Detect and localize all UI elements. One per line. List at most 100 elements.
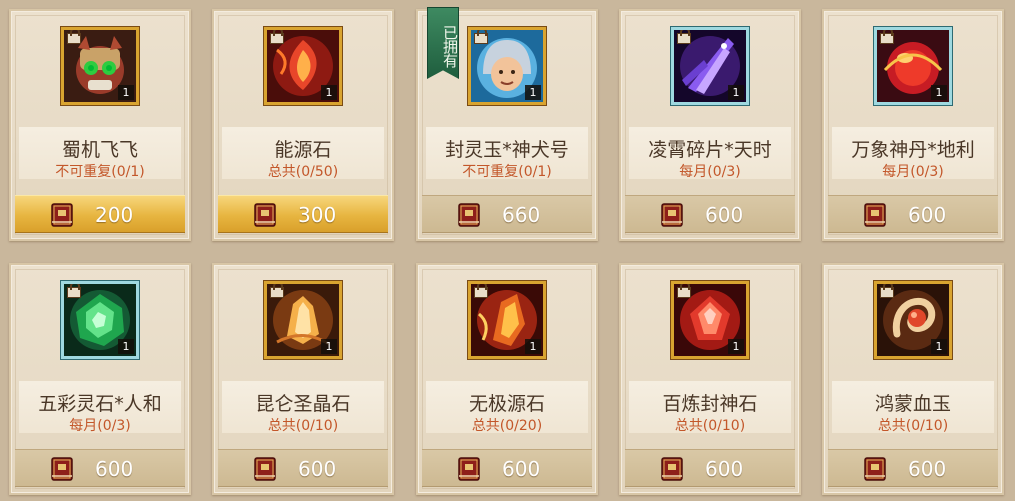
shop-item-card[interactable]: 1 封灵玉*神犬号不可重复(0/1) 660 已拥有: [416, 7, 598, 241]
lock-icon: [67, 284, 81, 298]
lock-icon: [67, 30, 81, 44]
red-book-currency-icon: [659, 456, 685, 482]
shop-item-card[interactable]: 1 凌霄碎片*天时每月(0/3) 600: [619, 9, 801, 241]
red-book-currency-icon: [659, 202, 685, 228]
buy-button[interactable]: 600: [218, 449, 388, 487]
item-info-band: 万象神丹*地利每月(0/3): [832, 127, 994, 180]
item-info-band: 凌霄碎片*天时每月(0/3): [629, 127, 791, 180]
item-quantity: 1: [118, 339, 134, 354]
item-name: 五彩灵石*人和: [38, 393, 162, 415]
lock-icon: [880, 30, 894, 44]
lock-icon: [677, 284, 691, 298]
buy-button[interactable]: 600: [625, 449, 795, 487]
item-quantity: 1: [525, 339, 541, 354]
item-price: 600: [298, 457, 337, 481]
item-icon-frame[interactable]: 1: [671, 281, 749, 359]
purchase-limit: 每月(0/3): [882, 164, 944, 180]
item-price: 600: [502, 457, 541, 481]
item-price: 600: [705, 203, 744, 227]
item-quantity: 1: [728, 339, 744, 354]
red-book-currency-icon: [252, 202, 278, 228]
lock-icon: [880, 284, 894, 298]
item-price: 600: [908, 203, 947, 227]
buy-button[interactable]: 600: [828, 449, 998, 487]
red-book-currency-icon: [862, 202, 888, 228]
item-info-band: 昆仑圣晶石总共(0/10): [222, 381, 384, 434]
purchase-limit: 总共(0/10): [674, 418, 746, 434]
lock-icon: [677, 30, 691, 44]
lock-icon: [474, 284, 488, 298]
item-name: 昆仑圣晶石: [255, 393, 351, 415]
purchase-limit: 每月(0/3): [69, 418, 131, 434]
red-book-currency-icon: [252, 456, 278, 482]
item-price: 600: [908, 457, 947, 481]
buy-button[interactable]: 660: [422, 195, 592, 233]
item-info-band: 能源石总共(0/50): [222, 127, 384, 180]
lock-icon: [270, 284, 284, 298]
item-icon-frame[interactable]: 1: [468, 27, 546, 105]
item-price: 660: [502, 203, 541, 227]
item-name: 凌霄碎片*天时: [648, 139, 772, 161]
item-info-band: 五彩灵石*人和每月(0/3): [19, 381, 181, 434]
item-quantity: 1: [118, 85, 134, 100]
item-name: 万象神丹*地利: [851, 139, 975, 161]
item-icon-frame[interactable]: 1: [671, 27, 749, 105]
item-quantity: 1: [931, 339, 947, 354]
buy-button[interactable]: 600: [625, 195, 795, 233]
item-quantity: 1: [525, 85, 541, 100]
shop-item-card[interactable]: 1 无极源石总共(0/20) 600: [416, 263, 598, 495]
item-icon-frame[interactable]: 1: [468, 281, 546, 359]
item-info-band: 蜀机飞飞不可重复(0/1): [19, 127, 181, 180]
shop-item-card[interactable]: 1 五彩灵石*人和每月(0/3) 600: [9, 263, 191, 495]
item-info-band: 无极源石总共(0/20): [426, 381, 588, 434]
purchase-limit: 不可重复(0/1): [55, 164, 145, 180]
item-name: 蜀机飞飞: [61, 139, 138, 161]
item-price: 600: [95, 457, 134, 481]
item-name: 百炼封神石: [662, 393, 758, 415]
shop-item-card[interactable]: 1 万象神丹*地利每月(0/3) 600: [822, 9, 1004, 241]
item-name: 无极源石: [468, 393, 545, 415]
item-quantity: 1: [728, 85, 744, 100]
shop-item-card[interactable]: 1 能源石总共(0/50) 300: [212, 9, 394, 241]
item-icon-frame[interactable]: 1: [874, 281, 952, 359]
buy-button[interactable]: 600: [15, 449, 185, 487]
item-price: 200: [95, 203, 134, 227]
item-quantity: 1: [321, 339, 337, 354]
buy-button[interactable]: 200: [15, 195, 185, 233]
shop-item-card[interactable]: 1 昆仑圣晶石总共(0/10) 600: [212, 263, 394, 495]
item-icon-frame[interactable]: 1: [61, 27, 139, 105]
shop-item-card[interactable]: 1 百炼封神石总共(0/10) 600: [619, 263, 801, 495]
item-icon-frame[interactable]: 1: [264, 27, 342, 105]
item-icon-frame[interactable]: 1: [61, 281, 139, 359]
shop-item-card[interactable]: 1 蜀机飞飞不可重复(0/1) 200: [9, 9, 191, 241]
item-name: 鸿蒙血玉: [874, 393, 951, 415]
item-info-band: 封灵玉*神犬号不可重复(0/1): [426, 127, 588, 180]
buy-button[interactable]: 600: [422, 449, 592, 487]
item-info-band: 鸿蒙血玉总共(0/10): [832, 381, 994, 434]
purchase-limit: 总共(0/10): [267, 418, 339, 434]
item-info-band: 百炼封神石总共(0/10): [629, 381, 791, 434]
lock-icon: [474, 30, 488, 44]
shop-item-card[interactable]: 1 鸿蒙血玉总共(0/10) 600: [822, 263, 1004, 495]
red-book-currency-icon: [49, 202, 75, 228]
lock-icon: [270, 30, 284, 44]
buy-button[interactable]: 600: [828, 195, 998, 233]
item-price: 600: [705, 457, 744, 481]
purchase-limit: 不可重复(0/1): [462, 164, 552, 180]
item-quantity: 1: [321, 85, 337, 100]
red-book-currency-icon: [456, 456, 482, 482]
purchase-limit: 总共(0/20): [471, 418, 543, 434]
buy-button[interactable]: 300: [218, 195, 388, 233]
purchase-limit: 总共(0/50): [267, 164, 339, 180]
purchase-limit: 总共(0/10): [877, 418, 949, 434]
red-book-currency-icon: [862, 456, 888, 482]
red-book-currency-icon: [456, 202, 482, 228]
item-icon-frame[interactable]: 1: [264, 281, 342, 359]
owned-ribbon: 已拥有: [427, 7, 459, 79]
item-icon-frame[interactable]: 1: [874, 27, 952, 105]
red-book-currency-icon: [49, 456, 75, 482]
purchase-limit: 每月(0/3): [679, 164, 741, 180]
item-name: 封灵玉*神犬号: [445, 139, 569, 161]
shop-item-grid: 1 蜀机飞飞不可重复(0/1) 200 1 能源石总共(0/50) 300 1 封灵玉*神犬号…: [0, 0, 1015, 501]
item-name: 能源石: [274, 139, 332, 161]
